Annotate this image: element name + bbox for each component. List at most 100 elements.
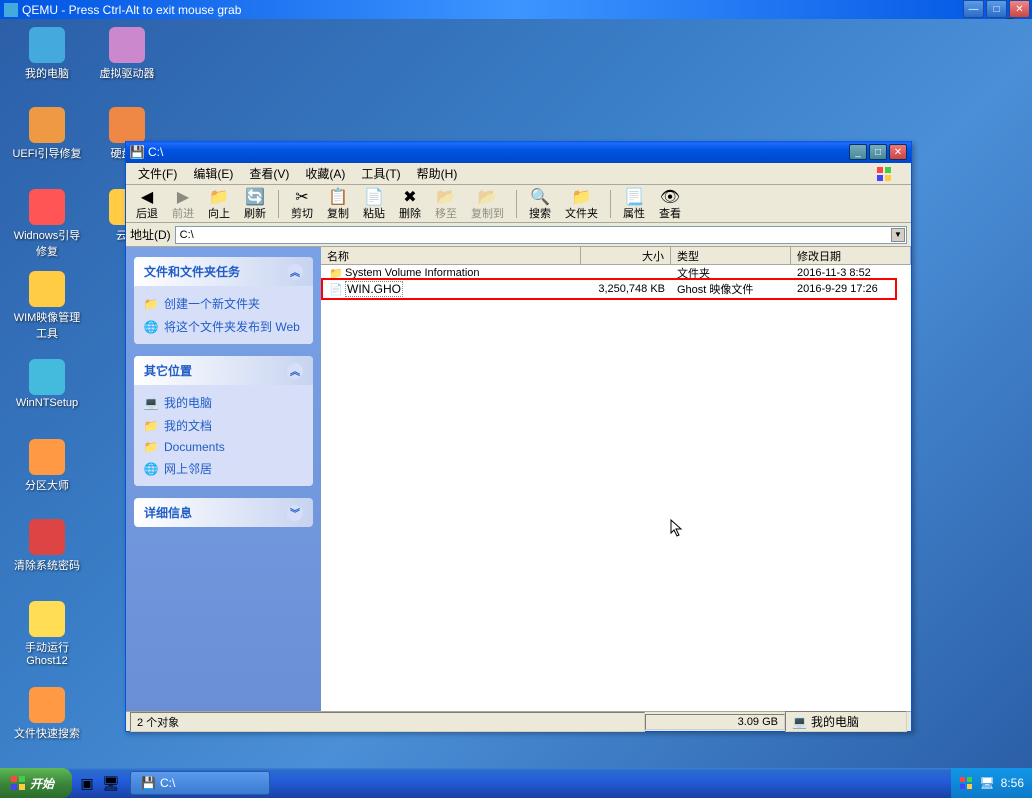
panel-other-header[interactable]: 其它位置 ︽ <box>134 356 313 385</box>
up-button[interactable]: 📁向上 <box>202 185 236 223</box>
sidebar-item-new-folder[interactable]: 📁创建一个新文件夹 <box>144 292 303 315</box>
menu-help[interactable]: 帮助(H) <box>409 163 466 184</box>
system-tray[interactable]: 🖥 8:56 <box>951 768 1032 798</box>
back-button[interactable]: ◀后退 <box>130 185 164 223</box>
desktop-icon-label: UEFI引导修复 <box>12 145 82 161</box>
folder-icon: 📁 <box>329 266 343 280</box>
menu-file[interactable]: 文件(F) <box>130 163 185 184</box>
moveto-button[interactable]: 📂移至 <box>429 185 463 223</box>
menu-tools[interactable]: 工具(T) <box>353 163 408 184</box>
chevron-down-icon: ︾ <box>287 505 303 521</box>
forward-button[interactable]: ▶前进 <box>166 185 200 223</box>
minimize-button[interactable]: _ <box>849 144 867 160</box>
address-label: 地址(D) <box>130 226 171 243</box>
globe-icon: 🌐 <box>144 320 158 334</box>
col-name[interactable]: 名称 <box>321 247 581 264</box>
desktop[interactable]: 我的电脑虚拟驱动器UEFI引导修复硬盘检Widnows引导修复云骑WIM映像管理… <box>0 19 1032 768</box>
cut-button[interactable]: ✂剪切 <box>285 185 319 223</box>
folders-button[interactable]: 📁文件夹 <box>559 185 604 223</box>
chevron-up-icon: ︽ <box>287 264 303 280</box>
refresh-button[interactable]: 🔄刷新 <box>238 185 272 223</box>
col-size[interactable]: 大小 <box>581 247 671 264</box>
desktop-icon[interactable]: 清除系统密码 <box>12 519 82 573</box>
col-date[interactable]: 修改日期 <box>791 247 911 264</box>
desktop-icon-label: Widnows引导修复 <box>12 227 82 259</box>
app-icon <box>109 107 145 143</box>
start-button[interactable]: 开始 <box>0 768 72 798</box>
menubar: 文件(F) 编辑(E) 查看(V) 收藏(A) 工具(T) 帮助(H) <box>126 163 911 185</box>
desktop-icon-label: 虚拟驱动器 <box>92 65 162 81</box>
panel-details-header[interactable]: 详细信息 ︾ <box>134 498 313 527</box>
quicklaunch-desktop[interactable]: 🖥 <box>100 772 122 794</box>
delete-button[interactable]: ✖删除 <box>393 185 427 223</box>
desktop-icon[interactable]: 手动运行Ghost12 <box>12 601 82 667</box>
app-icon <box>29 107 65 143</box>
taskbar: 开始 ▣ 🖥 💾 C:\ 🖥 8:56 <box>0 768 1032 798</box>
desktop-icon-label: 文件快速搜索 <box>12 725 82 741</box>
desktop-icon[interactable]: WIM映像管理工具 <box>12 271 82 341</box>
desktop-icon[interactable]: WinNTSetup <box>12 359 82 409</box>
qemu-close-button[interactable]: ✕ <box>1009 0 1030 18</box>
address-input[interactable] <box>175 226 907 244</box>
computer-icon: 💻 <box>144 396 158 410</box>
close-button[interactable]: ✕ <box>889 144 907 160</box>
sidebar-item-network[interactable]: 🌐网上邻居 <box>144 457 303 480</box>
desktop-icon[interactable]: 文件快速搜索 <box>12 687 82 741</box>
qemu-minimize-button[interactable]: — <box>963 0 984 18</box>
sidebar-item-publish-web[interactable]: 🌐将这个文件夹发布到 Web <box>144 315 303 338</box>
tray-icon-1[interactable] <box>959 776 973 790</box>
sidebar-item-mydocs[interactable]: 📁我的文档 <box>144 414 303 437</box>
col-type[interactable]: 类型 <box>671 247 791 264</box>
panel-tasks: 文件和文件夹任务 ︽ 📁创建一个新文件夹 🌐将这个文件夹发布到 Web <box>134 257 313 344</box>
app-icon <box>29 189 65 225</box>
search-button[interactable]: 🔍搜索 <box>523 185 557 223</box>
panel-tasks-header[interactable]: 文件和文件夹任务 ︽ <box>134 257 313 286</box>
desktop-icon[interactable]: 虚拟驱动器 <box>92 27 162 81</box>
desktop-icon[interactable]: 我的电脑 <box>12 27 82 81</box>
paste-button[interactable]: 📄粘贴 <box>357 185 391 223</box>
maximize-button[interactable]: □ <box>869 144 887 160</box>
taskbar-item-explorer[interactable]: 💾 C:\ <box>130 771 270 795</box>
desktop-icon-label: 分区大师 <box>12 477 82 493</box>
tray-icon-2[interactable]: 🖥 <box>979 776 994 790</box>
folder-icon: 📁 <box>144 440 158 454</box>
chevron-up-icon: ︽ <box>287 363 303 379</box>
windows-logo-icon <box>875 165 907 183</box>
folder-plus-icon: 📁 <box>144 297 158 311</box>
copy-button[interactable]: 📋复制 <box>321 185 355 223</box>
sidebar-item-documents[interactable]: 📁Documents <box>144 437 303 457</box>
sidebar-item-mycomputer[interactable]: 💻我的电脑 <box>144 391 303 414</box>
desktop-icon[interactable]: UEFI引导修复 <box>12 107 82 161</box>
qemu-title-text: QEMU - Press Ctrl-Alt to exit mouse grab <box>22 3 241 17</box>
app-icon <box>29 519 65 555</box>
file-row[interactable]: 📁System Volume Information文件夹2016-11-3 8… <box>321 265 911 281</box>
desktop-icon-label: 我的电脑 <box>12 65 82 81</box>
app-icon <box>29 439 65 475</box>
qemu-titlebar: QEMU - Press Ctrl-Alt to exit mouse grab… <box>0 0 1032 19</box>
status-count: 2 个对象 <box>130 712 645 732</box>
copyto-button[interactable]: 📂复制到 <box>465 185 510 223</box>
toolbar: ◀后退 ▶前进 📁向上 🔄刷新 ✂剪切 📋复制 📄粘贴 ✖删除 📂移至 📂复制到… <box>126 185 911 223</box>
desktop-icon[interactable]: Widnows引导修复 <box>12 189 82 259</box>
address-dropdown-icon[interactable]: ▼ <box>891 228 905 242</box>
desktop-icon[interactable]: 分区大师 <box>12 439 82 493</box>
menu-edit[interactable]: 编辑(E) <box>185 163 241 184</box>
folder-icon: 📁 <box>144 419 158 433</box>
windows-flag-icon <box>10 775 26 791</box>
quicklaunch-terminal[interactable]: ▣ <box>76 772 98 794</box>
explorer-window: 💾 C:\ _ □ ✕ 文件(F) 编辑(E) 查看(V) 收藏(A) 工具(T… <box>125 141 912 732</box>
qemu-maximize-button[interactable]: □ <box>986 0 1007 18</box>
file-icon: 📄 <box>329 282 343 296</box>
app-icon <box>109 27 145 63</box>
clock[interactable]: 8:56 <box>1001 776 1024 790</box>
explorer-title: C:\ <box>148 145 163 159</box>
explorer-titlebar[interactable]: 💾 C:\ _ □ ✕ <box>126 141 911 163</box>
menu-view[interactable]: 查看(V) <box>241 163 297 184</box>
properties-button[interactable]: 📃属性 <box>617 185 651 223</box>
desktop-icon-label: WinNTSetup <box>12 397 82 409</box>
file-row[interactable]: 📄WIN.GHO3,250,748 KBGhost 映像文件2016-9-29 … <box>321 281 911 297</box>
menu-favorites[interactable]: 收藏(A) <box>297 163 353 184</box>
qemu-icon <box>4 3 18 17</box>
address-bar: 地址(D) ▼ <box>126 223 911 247</box>
view-button[interactable]: 👁查看 <box>653 185 687 223</box>
